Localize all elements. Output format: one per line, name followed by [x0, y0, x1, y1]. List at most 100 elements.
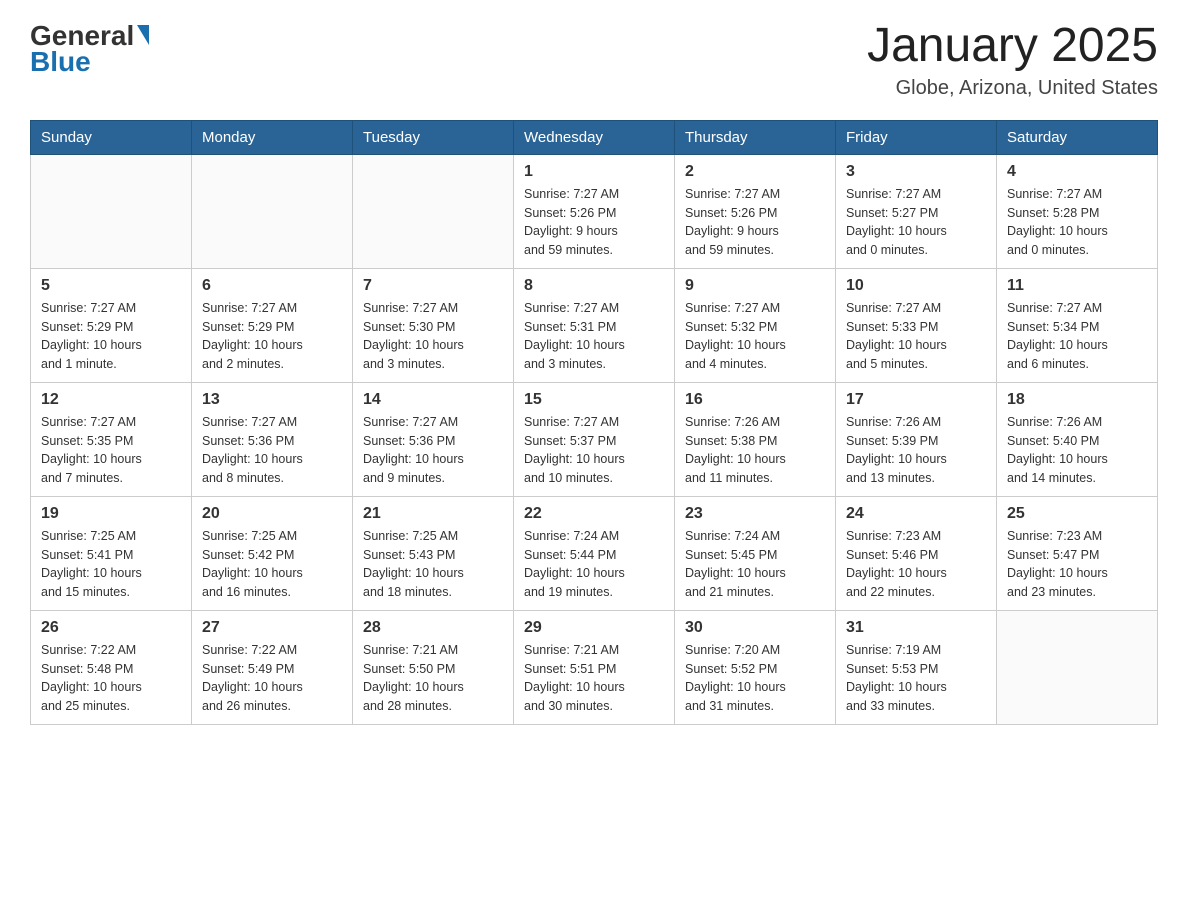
calendar-cell: [192, 154, 353, 268]
calendar-cell: 6 Sunrise: 7:27 AMSunset: 5:29 PMDaylight…: [192, 268, 353, 382]
calendar-cell: 13Sunrise: 7:27 AMSunset: 5:36 PMDayligh…: [192, 382, 353, 496]
calendar-cell: 19 Sunrise: 7:25 AMSunset: 5:41 PMDayligh…: [31, 496, 192, 610]
calendar-week-row: 12 Sunrise: 7:27 AMSunset: 5:35 PMDayligh…: [31, 382, 1158, 496]
day-info: Sunrise: 7:23 AMSunset: 5:46 PMDaylight:…: [846, 527, 986, 602]
logo: General Blue: [30, 20, 149, 78]
day-number: 23: [685, 505, 825, 523]
day-info: Sunrise: 7:27 AMSunset: 5:33 PMDaylight:…: [846, 299, 986, 374]
calendar-cell: 29 Sunrise: 7:21 AMSunset: 5:51 PMDayligh…: [514, 610, 675, 724]
logo-triangle-icon: [137, 25, 149, 45]
calendar-week-row: 19 Sunrise: 7:25 AMSunset: 5:41 PMDayligh…: [31, 496, 1158, 610]
day-info: Sunrise: 7:27 AMSunset: 5:27 PMDaylight:…: [846, 185, 986, 260]
day-number: 19: [41, 505, 181, 523]
month-title: January 2025: [867, 20, 1158, 73]
calendar-cell: 14Sunrise: 7:27 AMSunset: 5:36 PMDayligh…: [353, 382, 514, 496]
day-number: 2: [685, 163, 825, 181]
day-info: Sunrise: 7:21 AMSunset: 5:51 PMDaylight:…: [524, 641, 664, 716]
day-info: Sunrise: 7:21 AMSunset: 5:50 PMDaylight:…: [363, 641, 503, 716]
calendar-header-thursday: Thursday: [675, 120, 836, 154]
day-info: Sunrise: 7:27 AMSunset: 5:35 PMDaylight:…: [41, 413, 181, 488]
calendar-cell: 3 Sunrise: 7:27 AMSunset: 5:27 PMDaylight…: [836, 154, 997, 268]
day-info: Sunrise: 7:27 AMSunset: 5:37 PMDaylight:…: [524, 413, 664, 488]
calendar-cell: 7 Sunrise: 7:27 AMSunset: 5:30 PMDaylight…: [353, 268, 514, 382]
calendar-week-row: 1 Sunrise: 7:27 AMSunset: 5:26 PMDaylight…: [31, 154, 1158, 268]
logo-blue: Blue: [30, 46, 91, 78]
day-info: Sunrise: 7:19 AMSunset: 5:53 PMDaylight:…: [846, 641, 986, 716]
calendar-cell: 8 Sunrise: 7:27 AMSunset: 5:31 PMDaylight…: [514, 268, 675, 382]
calendar-cell: 28 Sunrise: 7:21 AMSunset: 5:50 PMDayligh…: [353, 610, 514, 724]
calendar-cell: 27 Sunrise: 7:22 AMSunset: 5:49 PMDayligh…: [192, 610, 353, 724]
day-number: 11: [1007, 277, 1147, 295]
calendar-cell: 31 Sunrise: 7:19 AMSunset: 5:53 PMDayligh…: [836, 610, 997, 724]
calendar-cell: [997, 610, 1158, 724]
day-number: 1: [524, 163, 664, 181]
day-info: Sunrise: 7:27 AMSunset: 5:26 PMDaylight:…: [685, 185, 825, 260]
day-number: 25: [1007, 505, 1147, 523]
day-number: 8: [524, 277, 664, 295]
day-number: 4: [1007, 163, 1147, 181]
calendar-cell: [31, 154, 192, 268]
calendar-cell: 25 Sunrise: 7:23 AMSunset: 5:47 PMDayligh…: [997, 496, 1158, 610]
day-info: Sunrise: 7:25 AMSunset: 5:43 PMDaylight:…: [363, 527, 503, 602]
calendar-cell: 20Sunrise: 7:25 AMSunset: 5:42 PMDayligh…: [192, 496, 353, 610]
day-number: 12: [41, 391, 181, 409]
day-number: 21: [363, 505, 503, 523]
day-info: Sunrise: 7:27 AMSunset: 5:30 PMDaylight:…: [363, 299, 503, 374]
day-info: Sunrise: 7:27 AMSunset: 5:29 PMDaylight:…: [202, 299, 342, 374]
day-number: 7: [363, 277, 503, 295]
day-number: 28: [363, 619, 503, 637]
calendar-cell: 30Sunrise: 7:20 AMSunset: 5:52 PMDayligh…: [675, 610, 836, 724]
day-info: Sunrise: 7:26 AMSunset: 5:40 PMDaylight:…: [1007, 413, 1147, 488]
calendar-cell: 16 Sunrise: 7:26 AMSunset: 5:38 PMDayligh…: [675, 382, 836, 496]
day-info: Sunrise: 7:27 AMSunset: 5:36 PMDaylight:…: [202, 413, 342, 488]
day-info: Sunrise: 7:23 AMSunset: 5:47 PMDaylight:…: [1007, 527, 1147, 602]
day-info: Sunrise: 7:27 AMSunset: 5:36 PMDaylight:…: [363, 413, 503, 488]
day-info: Sunrise: 7:20 AMSunset: 5:52 PMDaylight:…: [685, 641, 825, 716]
calendar-cell: 10Sunrise: 7:27 AMSunset: 5:33 PMDayligh…: [836, 268, 997, 382]
calendar-header-saturday: Saturday: [997, 120, 1158, 154]
calendar-cell: 9Sunrise: 7:27 AMSunset: 5:32 PMDaylight…: [675, 268, 836, 382]
day-info: Sunrise: 7:27 AMSunset: 5:29 PMDaylight:…: [41, 299, 181, 374]
day-info: Sunrise: 7:27 AMSunset: 5:28 PMDaylight:…: [1007, 185, 1147, 260]
calendar-cell: 15 Sunrise: 7:27 AMSunset: 5:37 PMDayligh…: [514, 382, 675, 496]
day-info: Sunrise: 7:27 AMSunset: 5:34 PMDaylight:…: [1007, 299, 1147, 374]
day-info: Sunrise: 7:27 AMSunset: 5:32 PMDaylight:…: [685, 299, 825, 374]
calendar-cell: 21 Sunrise: 7:25 AMSunset: 5:43 PMDayligh…: [353, 496, 514, 610]
day-number: 16: [685, 391, 825, 409]
day-info: Sunrise: 7:24 AMSunset: 5:44 PMDaylight:…: [524, 527, 664, 602]
day-number: 18: [1007, 391, 1147, 409]
day-number: 27: [202, 619, 342, 637]
day-number: 5: [41, 277, 181, 295]
calendar-week-row: 5 Sunrise: 7:27 AMSunset: 5:29 PMDaylight…: [31, 268, 1158, 382]
day-number: 3: [846, 163, 986, 181]
calendar-cell: 1 Sunrise: 7:27 AMSunset: 5:26 PMDaylight…: [514, 154, 675, 268]
calendar-cell: 26Sunrise: 7:22 AMSunset: 5:48 PMDayligh…: [31, 610, 192, 724]
calendar-cell: 11 Sunrise: 7:27 AMSunset: 5:34 PMDayligh…: [997, 268, 1158, 382]
day-number: 15: [524, 391, 664, 409]
day-info: Sunrise: 7:24 AMSunset: 5:45 PMDaylight:…: [685, 527, 825, 602]
day-number: 26: [41, 619, 181, 637]
day-number: 24: [846, 505, 986, 523]
day-info: Sunrise: 7:27 AMSunset: 5:26 PMDaylight:…: [524, 185, 664, 260]
calendar-header-monday: Monday: [192, 120, 353, 154]
calendar-cell: [353, 154, 514, 268]
calendar-cell: 4 Sunrise: 7:27 AMSunset: 5:28 PMDaylight…: [997, 154, 1158, 268]
calendar-cell: 23 Sunrise: 7:24 AMSunset: 5:45 PMDayligh…: [675, 496, 836, 610]
day-number: 31: [846, 619, 986, 637]
calendar-header-friday: Friday: [836, 120, 997, 154]
calendar-cell: 17Sunrise: 7:26 AMSunset: 5:39 PMDayligh…: [836, 382, 997, 496]
day-number: 6: [202, 277, 342, 295]
day-info: Sunrise: 7:25 AMSunset: 5:41 PMDaylight:…: [41, 527, 181, 602]
day-info: Sunrise: 7:27 AMSunset: 5:31 PMDaylight:…: [524, 299, 664, 374]
day-number: 22: [524, 505, 664, 523]
calendar-table: SundayMondayTuesdayWednesdayThursdayFrid…: [30, 120, 1158, 725]
title-area: January 2025 Globe, Arizona, United Stat…: [867, 20, 1158, 100]
day-info: Sunrise: 7:26 AMSunset: 5:38 PMDaylight:…: [685, 413, 825, 488]
day-info: Sunrise: 7:26 AMSunset: 5:39 PMDaylight:…: [846, 413, 986, 488]
day-info: Sunrise: 7:25 AMSunset: 5:42 PMDaylight:…: [202, 527, 342, 602]
calendar-header-tuesday: Tuesday: [353, 120, 514, 154]
day-info: Sunrise: 7:22 AMSunset: 5:49 PMDaylight:…: [202, 641, 342, 716]
calendar-header-row: SundayMondayTuesdayWednesdayThursdayFrid…: [31, 120, 1158, 154]
day-number: 29: [524, 619, 664, 637]
calendar-cell: 12 Sunrise: 7:27 AMSunset: 5:35 PMDayligh…: [31, 382, 192, 496]
